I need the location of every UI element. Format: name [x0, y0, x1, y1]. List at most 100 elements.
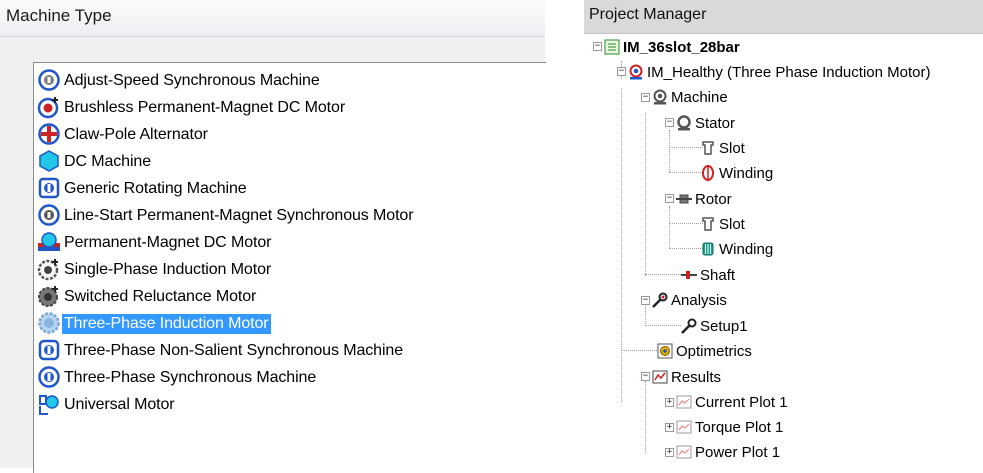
- winding-icon: [700, 165, 716, 181]
- plot-label: Power Plot 1: [695, 443, 781, 461]
- line-start-pm-icon: [37, 203, 62, 228]
- machine-icon: [652, 89, 668, 105]
- machine-item-switched-reluctance[interactable]: Switched Reluctance Motor: [37, 283, 258, 310]
- machine-item-dc-machine[interactable]: DC Machine: [37, 148, 153, 175]
- machine-type-list[interactable]: Adjust-Speed Synchronous Machine Brushle…: [33, 62, 546, 473]
- tree-node-stator[interactable]: Stator: [676, 112, 735, 134]
- project-label: IM_36slot_28bar: [623, 38, 740, 56]
- plot-label: Current Plot 1: [695, 393, 788, 411]
- machine-item-label: Adjust-Speed Synchronous Machine: [64, 71, 320, 89]
- tree-line: [645, 325, 681, 326]
- machine-label: Machine: [671, 88, 728, 106]
- expand-plot-toggle[interactable]: +: [665, 448, 674, 457]
- design-icon: [628, 64, 644, 80]
- three-phase-synchronous-icon: [37, 365, 62, 390]
- optimetrics-label: Optimetrics: [676, 342, 752, 360]
- machine-item-single-phase-induction[interactable]: Single-Phase Induction Motor: [37, 256, 273, 283]
- analysis-icon: [652, 292, 668, 308]
- claw-pole-icon: [37, 122, 62, 147]
- tree-node-stator-slot[interactable]: Slot: [700, 137, 745, 159]
- tree-line: [669, 130, 670, 172]
- machine-item-label: Single-Phase Induction Motor: [64, 260, 272, 278]
- machine-item-generic-rotating[interactable]: Generic Rotating Machine: [37, 175, 249, 202]
- cage-winding-icon: [700, 241, 716, 257]
- machine-item-label: Generic Rotating Machine: [64, 179, 247, 197]
- project-manager-panel: Project Manager − − − − − − − + + + IM_3…: [584, 0, 983, 468]
- tree-node-rotor-winding[interactable]: Winding: [700, 238, 773, 260]
- slot-icon: [700, 216, 716, 232]
- stator-icon: [676, 115, 692, 131]
- rotor-slot-label: Slot: [719, 215, 745, 233]
- machine-item-three-phase-synchronous[interactable]: Three-Phase Synchronous Machine: [37, 364, 318, 391]
- setup-label: Setup1: [700, 317, 748, 335]
- shaft-label: Shaft: [700, 266, 736, 284]
- collapse-results-toggle[interactable]: −: [641, 372, 650, 381]
- machine-item-label: Three-Phase Non-Salient Synchronous Mach…: [64, 341, 403, 359]
- slot-icon: [700, 140, 716, 156]
- collapse-design-toggle[interactable]: −: [617, 67, 626, 76]
- machine-item-label: Brushless Permanent-Magnet DC Motor: [64, 98, 346, 116]
- design-label: IM_Healthy (Three Phase Induction Motor): [647, 63, 931, 81]
- machine-item-label: Claw-Pole Alternator: [64, 125, 208, 143]
- tree-line: [645, 304, 646, 326]
- results-label: Results: [671, 368, 722, 386]
- single-phase-induction-icon: [37, 257, 62, 282]
- tree-line: [621, 88, 622, 403]
- tree-node-project[interactable]: IM_36slot_28bar: [604, 36, 740, 58]
- tree-node-analysis[interactable]: Analysis: [652, 289, 727, 311]
- tree-line: [621, 350, 657, 351]
- three-phase-induction-icon: [37, 311, 62, 336]
- tree-line: [669, 206, 670, 248]
- tree-line: [645, 113, 646, 276]
- tree-node-rotor[interactable]: Rotor: [676, 188, 732, 210]
- collapse-analysis-toggle[interactable]: −: [641, 296, 650, 305]
- brushless-pm-dc-icon: [37, 95, 62, 120]
- collapse-stator-toggle[interactable]: −: [665, 118, 674, 127]
- pm-dc-motor-icon: [37, 230, 62, 255]
- setup-icon: [681, 318, 697, 334]
- rotor-label: Rotor: [695, 190, 732, 208]
- tree-line: [645, 381, 646, 453]
- optimetrics-icon: [657, 343, 673, 359]
- machine-item-three-phase-induction[interactable]: Three-Phase Induction Motor: [37, 310, 271, 337]
- project-manager-header: Project Manager: [584, 0, 983, 34]
- tree-node-stator-winding[interactable]: Winding: [700, 162, 773, 184]
- machine-item-adjust-speed[interactable]: Adjust-Speed Synchronous Machine: [37, 67, 322, 94]
- machine-item-label: Three-Phase Induction Motor: [62, 313, 271, 334]
- machine-item-universal-motor[interactable]: Universal Motor: [37, 391, 177, 418]
- machine-item-line-start-pm[interactable]: Line-Start Permanent-Magnet Synchronous …: [37, 202, 415, 229]
- tree-node-setup[interactable]: Setup1: [681, 315, 748, 337]
- collapse-project-toggle[interactable]: −: [593, 42, 602, 51]
- machine-item-non-salient-synchronous[interactable]: Three-Phase Non-Salient Synchronous Mach…: [37, 337, 405, 364]
- machine-item-label: Universal Motor: [64, 395, 175, 413]
- tree-node-machine[interactable]: Machine: [652, 86, 728, 108]
- machine-item-pm-dc-motor[interactable]: Permanent-Magnet DC Motor: [37, 229, 273, 256]
- switched-reluctance-icon: [37, 284, 62, 309]
- collapse-machine-toggle[interactable]: −: [641, 93, 650, 102]
- rotor-icon: [676, 191, 692, 207]
- expand-plot-toggle[interactable]: +: [665, 423, 674, 432]
- machine-type-panel: Machine Type Adjust-Speed Synchronous Ma…: [0, 0, 546, 473]
- machine-item-label: Three-Phase Synchronous Machine: [64, 368, 317, 386]
- tree-node-design[interactable]: IM_Healthy (Three Phase Induction Motor): [628, 61, 930, 83]
- tree-node-plot[interactable]: Power Plot 1: [676, 441, 780, 463]
- stator-slot-label: Slot: [719, 139, 745, 157]
- stator-label: Stator: [695, 114, 736, 132]
- analysis-label: Analysis: [671, 291, 727, 309]
- collapse-rotor-toggle[interactable]: −: [665, 194, 674, 203]
- tree-node-rotor-slot[interactable]: Slot: [700, 213, 745, 235]
- machine-item-brushless-pm-dc[interactable]: Brushless Permanent-Magnet DC Motor: [37, 94, 347, 121]
- machine-item-label: Permanent-Magnet DC Motor: [64, 233, 272, 251]
- tree-node-optimetrics[interactable]: Optimetrics: [657, 340, 752, 362]
- tree-node-plot[interactable]: Current Plot 1: [676, 391, 788, 413]
- tree-node-plot[interactable]: Torque Plot 1: [676, 416, 783, 438]
- universal-motor-icon: [37, 392, 62, 417]
- project-icon: [604, 39, 620, 55]
- plot-icon: [676, 419, 692, 435]
- tree-node-results[interactable]: Results: [652, 366, 721, 388]
- expand-plot-toggle[interactable]: +: [665, 398, 674, 407]
- machine-item-label: DC Machine: [64, 152, 152, 170]
- non-salient-synchronous-icon: [37, 338, 62, 363]
- tree-node-shaft[interactable]: Shaft: [681, 264, 735, 286]
- machine-item-claw-pole[interactable]: Claw-Pole Alternator: [37, 121, 210, 148]
